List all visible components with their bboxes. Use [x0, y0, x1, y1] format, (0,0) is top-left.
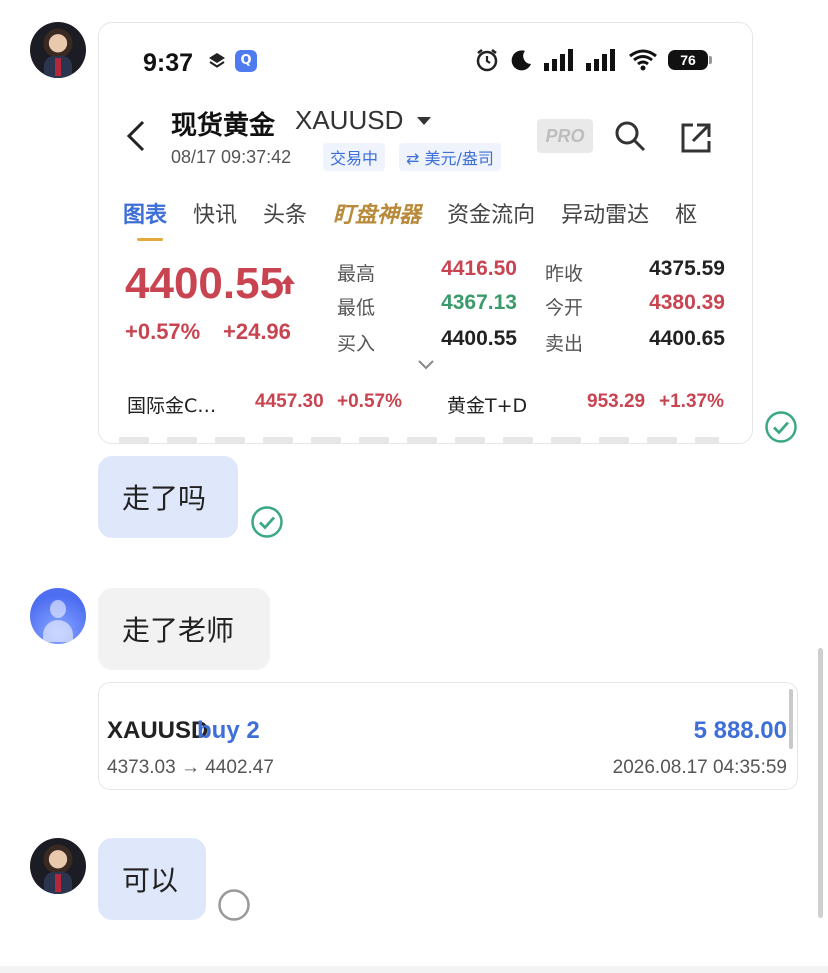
- cropped-content-edge: [119, 437, 719, 443]
- back-arrow-icon[interactable]: [123, 119, 149, 153]
- chat-scrollbar[interactable]: [818, 648, 823, 918]
- gold-td-label[interactable]: 黄金T+D: [447, 391, 527, 418]
- message-text: 走了吗: [122, 482, 207, 515]
- prev-close-label: 昨收: [545, 263, 584, 285]
- message-bubble-sent[interactable]: 走了吗: [98, 456, 238, 538]
- intl-gold-label[interactable]: 国际金C…: [127, 391, 216, 418]
- share-icon[interactable]: [679, 121, 713, 155]
- open-label: 今开: [545, 297, 584, 319]
- status-time: 9:37: [143, 49, 194, 77]
- tab-more[interactable]: 枢: [675, 197, 697, 229]
- trading-status-tag: 交易中: [323, 143, 386, 171]
- trade-profit: 5 888.00: [693, 717, 787, 744]
- moon-icon: [511, 50, 531, 71]
- intl-gold-change: +0.57%: [337, 391, 402, 412]
- wifi-icon: [629, 49, 657, 71]
- bid-label: 买入: [337, 333, 376, 355]
- prev-close-value: 4375.59: [649, 257, 725, 280]
- alarm-icon: [476, 49, 498, 72]
- sender-avatar[interactable]: [30, 838, 86, 894]
- expand-chevron-icon[interactable]: [417, 359, 435, 371]
- currency-unit-tag[interactable]: ⇄ 美元/盎司: [399, 143, 501, 171]
- instrument-title: 现货黄金: [171, 111, 276, 141]
- battery-icon: 76: [668, 50, 712, 70]
- quote-datetime: 08/17 09:37:42: [171, 147, 292, 167]
- tab-fund-flow[interactable]: 资金流向: [447, 197, 535, 229]
- phone-status-bar: 9:37 Q 76: [99, 23, 752, 99]
- last-price: 4400.55: [125, 259, 285, 308]
- high-value: 4416.50: [441, 257, 517, 280]
- up-arrow-icon: [281, 275, 295, 294]
- ask-label: 卖出: [545, 333, 584, 355]
- shared-screenshot-image[interactable]: 9:37 Q 76 现货黄金 XAUUSD 08/17 09:37:42 交易中…: [98, 22, 753, 444]
- tab-radar[interactable]: 异动雷达: [561, 197, 649, 229]
- ask-value: 4400.65: [649, 327, 725, 350]
- quote-tabs: 图表 快讯 头条 盯盘神器 资金流向 异动雷达 枢: [123, 197, 723, 241]
- trade-symbol: XAUUSD: [107, 717, 209, 744]
- signal-icon-2: [586, 49, 615, 71]
- message-text: 可以: [122, 864, 179, 897]
- trade-prices: 4373.03 → 4402.47: [107, 757, 274, 778]
- cropped-content-edge: ▔▔▔▔▔: [109, 682, 179, 696]
- low-value: 4367.13: [441, 291, 517, 314]
- recipient-avatar[interactable]: [30, 588, 86, 644]
- sender-avatar[interactable]: [30, 22, 86, 78]
- tab-flash-news[interactable]: 快讯: [193, 197, 237, 229]
- trade-scrollbar: [789, 689, 793, 749]
- tab-chart[interactable]: 图表: [123, 197, 167, 241]
- message-text: 走了老师: [122, 614, 235, 647]
- app-badge-icon: Q: [235, 50, 257, 72]
- dropdown-caret-icon[interactable]: [417, 117, 431, 125]
- quote-header: 现货黄金 XAUUSD 08/17 09:37:42 交易中 ⇄ 美元/盎司 P…: [99, 99, 752, 179]
- high-label: 最高: [337, 263, 376, 285]
- chat-page: 9:37 Q 76 现货黄金 XAUUSD 08/17 09:37:42 交易中…: [0, 0, 828, 973]
- message-bubble-sent[interactable]: 可以: [98, 838, 206, 920]
- tab-headlines[interactable]: 头条: [263, 197, 307, 229]
- search-icon[interactable]: [613, 119, 647, 153]
- unread-status-icon: [218, 889, 250, 921]
- trade-side: buy 2: [197, 717, 260, 744]
- trade-time: 2026.08.17 04:35:59: [612, 757, 787, 778]
- signal-icon-1: [544, 49, 573, 71]
- pro-badge[interactable]: PRO: [537, 119, 593, 153]
- tab-monitor[interactable]: 盯盘神器: [333, 197, 421, 229]
- read-check-icon: [251, 506, 283, 538]
- gold-td-change: +1.37%: [659, 391, 724, 412]
- layers-icon: [209, 53, 225, 68]
- open-value: 4380.39: [649, 291, 725, 314]
- low-label: 最低: [337, 297, 376, 319]
- change-percent: +0.57%: [125, 319, 201, 344]
- change-amount: +24.96: [223, 319, 291, 344]
- instrument-symbol[interactable]: XAUUSD: [295, 105, 403, 136]
- intl-gold-price: 4457.30: [255, 391, 324, 412]
- bid-value: 4400.55: [441, 327, 517, 350]
- bottom-divider: [0, 966, 828, 973]
- gold-td-price: 953.29: [587, 391, 646, 412]
- read-check-icon: [765, 411, 797, 443]
- trade-record-image[interactable]: ▔▔▔▔▔ XAUUSD buy 2 5 888.00 4373.03 → 44…: [98, 682, 798, 790]
- message-bubble-received[interactable]: 走了老师: [98, 588, 270, 670]
